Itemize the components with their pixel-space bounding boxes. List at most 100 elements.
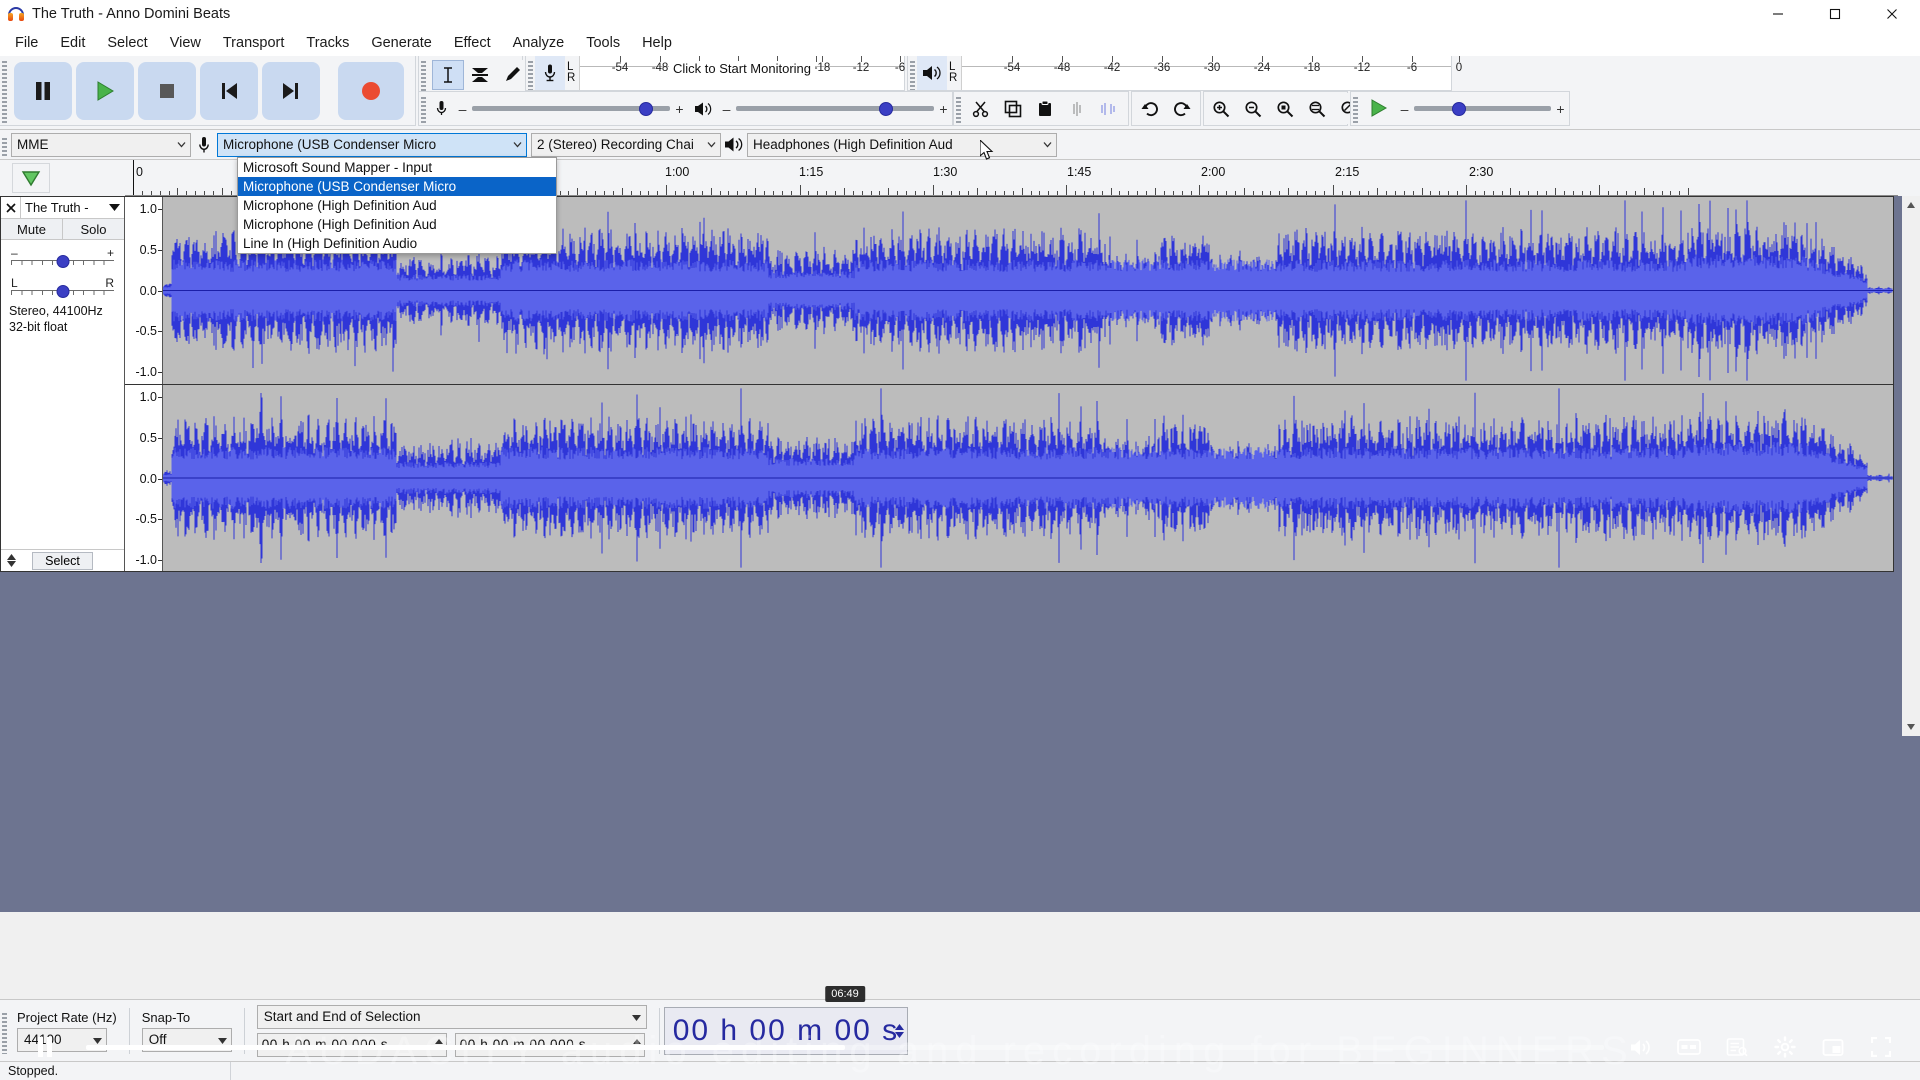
draw-tool[interactable] — [496, 60, 528, 90]
miniplayer-icon[interactable] — [1820, 1034, 1846, 1060]
menu-view[interactable]: View — [159, 32, 212, 54]
playback-meter-bars[interactable]: -54 -48 -42 -36 -30 -24 -18 -12 -6 0 — [961, 56, 1462, 90]
menu-tracks[interactable]: Tracks — [295, 32, 360, 54]
transcript-icon[interactable] — [1724, 1034, 1750, 1060]
menu-select[interactable]: Select — [96, 32, 158, 54]
mute-button[interactable]: Mute — [1, 219, 63, 239]
stop-button[interactable] — [138, 61, 196, 120]
play-speed-minus: – — [1400, 100, 1409, 117]
scroll-down-arrow-icon[interactable] — [1902, 718, 1920, 736]
dropdown-option-line-in[interactable]: Line In (High Definition Audio — [238, 234, 556, 253]
volume-icon[interactable] — [1628, 1034, 1654, 1060]
edit-toolbar-grip[interactable] — [954, 92, 963, 125]
video-progress-bar[interactable]: 06:49 — [86, 985, 1604, 1050]
track-menu-chevron-down-icon[interactable] — [104, 204, 124, 211]
menu-transport[interactable]: Transport — [212, 32, 296, 54]
recording-device-dropdown[interactable]: Microsoft Sound Mapper - Input Microphon… — [237, 157, 557, 254]
playback-volume-slider[interactable]: – + — [718, 92, 952, 125]
menu-edit[interactable]: Edit — [49, 32, 96, 54]
track-area: The Truth - Mute Solo – + L R Stereo, 44… — [0, 196, 1920, 912]
dropdown-option-hd-audio-2[interactable]: Microphone (High Definition Aud — [238, 215, 556, 234]
track-select-button[interactable]: Select — [32, 551, 93, 570]
skip-to-end-button[interactable] — [262, 61, 320, 120]
dropdown-option-hd-audio-1[interactable]: Microphone (High Definition Aud — [238, 196, 556, 215]
chevron-down-icon[interactable] — [508, 134, 526, 156]
dropdown-option-usb-condenser[interactable]: Microphone (USB Condenser Micro — [238, 177, 556, 196]
menu-analyze[interactable]: Analyze — [502, 32, 576, 54]
play-speed-plus: + — [1556, 100, 1565, 117]
recording-meter-toolbar[interactable]: L R -54 -48 -42 -18 -12 -6 — [525, 56, 940, 91]
timeline-label: 2:00 — [1201, 165, 1226, 179]
recording-volume-microphone-icon — [428, 92, 454, 125]
playback-volume-track[interactable] — [736, 101, 934, 116]
play-at-speed-button[interactable] — [1360, 92, 1396, 123]
recording-monitor-hint[interactable]: Click to Start Monitoring — [669, 61, 815, 76]
envelope-tool[interactable] — [464, 60, 496, 90]
zoom-in-button[interactable] — [1205, 93, 1237, 124]
fit-selection-button[interactable] — [1269, 93, 1301, 124]
trim-audio-outside-selection-button[interactable] — [1061, 93, 1093, 124]
menu-tools[interactable]: Tools — [575, 32, 631, 54]
zoom-out-button[interactable] — [1237, 93, 1269, 124]
settings-gear-icon[interactable] — [1772, 1034, 1798, 1060]
vertical-scrollbar[interactable] — [1902, 196, 1920, 736]
recording-volume-slider[interactable]: – + — [454, 92, 688, 125]
gain-slider[interactable]: – + — [11, 246, 114, 268]
playback-meter-toolbar[interactable]: L R -54 -48 -42 -36 -30 -24 -18 -12 -6 0 — [907, 56, 1462, 91]
recording-meter-grip[interactable] — [526, 56, 535, 90]
copy-button[interactable] — [997, 93, 1029, 124]
recording-device-combo[interactable]: Microphone (USB Condenser Micro — [217, 132, 527, 157]
pan-slider[interactable]: L R — [11, 276, 114, 298]
fit-project-button[interactable] — [1301, 93, 1333, 124]
dropdown-option-sound-mapper[interactable]: Microsoft Sound Mapper - Input — [238, 158, 556, 177]
playback-meter-grip[interactable] — [908, 56, 917, 90]
redo-button[interactable] — [1166, 93, 1198, 124]
recording-channels-combo[interactable]: 2 (Stereo) Recording Chai — [531, 132, 721, 157]
skip-to-start-button[interactable] — [200, 61, 258, 120]
pinned-play-head-button[interactable] — [12, 163, 50, 193]
undo-redo-toolbar — [1131, 91, 1201, 126]
vertical-ruler-right-channel: 1.0 0.5 0.0 -0.5 -1.0 — [125, 385, 163, 571]
menu-generate[interactable]: Generate — [360, 32, 442, 54]
window-title: The Truth - Anno Domini Beats — [32, 6, 231, 22]
gain-min-label: – — [11, 246, 18, 260]
audio-host-combo[interactable]: MME — [11, 132, 191, 157]
vertical-ruler-label: 1.0 — [139, 202, 157, 216]
silence-audio-selection-button[interactable] — [1093, 93, 1125, 124]
menu-file[interactable]: File — [4, 32, 49, 54]
window-controls — [1749, 0, 1920, 29]
paste-button[interactable] — [1029, 93, 1061, 124]
record-button[interactable] — [338, 61, 404, 120]
close-icon[interactable] — [1, 197, 21, 218]
recording-volume-track[interactable] — [472, 101, 670, 116]
playback-device-combo[interactable]: Headphones (High Definition Aud — [747, 132, 1057, 157]
speaker-icon — [917, 56, 947, 90]
selection-tool[interactable] — [432, 60, 464, 90]
menu-effect[interactable]: Effect — [443, 32, 502, 54]
play-button[interactable] — [76, 61, 134, 120]
menu-help[interactable]: Help — [631, 32, 683, 54]
fullscreen-icon[interactable] — [1868, 1034, 1894, 1060]
undo-button[interactable] — [1134, 93, 1166, 124]
solo-button[interactable]: Solo — [63, 219, 124, 239]
pause-button[interactable] — [14, 61, 72, 120]
recording-meter-bars[interactable]: -54 -48 -42 -18 -12 -6 0 Click to Start … — [579, 56, 940, 90]
cut-button[interactable] — [965, 93, 997, 124]
device-toolbar-grip[interactable] — [0, 132, 9, 157]
scroll-up-arrow-icon[interactable] — [1902, 196, 1920, 214]
edit-toolbar — [953, 91, 1129, 126]
waveform-right-channel[interactable] — [163, 385, 1893, 571]
close-button[interactable] — [1863, 0, 1920, 29]
video-pause-button[interactable] — [22, 1024, 68, 1070]
captions-icon[interactable] — [1676, 1034, 1702, 1060]
transport-toolbar-grip[interactable] — [0, 56, 9, 125]
play-speed-track[interactable] — [1414, 101, 1551, 116]
vertical-ruler-label: 0.0 — [139, 283, 157, 298]
minimize-button[interactable] — [1749, 0, 1806, 29]
playback-volume-plus: + — [939, 100, 948, 117]
play-speed-grip[interactable] — [1351, 92, 1360, 125]
track-move-buttons[interactable] — [1, 554, 21, 567]
maximize-button[interactable] — [1806, 0, 1863, 29]
mixer-toolbar-grip[interactable] — [419, 92, 428, 125]
play-speed-slider[interactable]: – + — [1396, 92, 1569, 125]
